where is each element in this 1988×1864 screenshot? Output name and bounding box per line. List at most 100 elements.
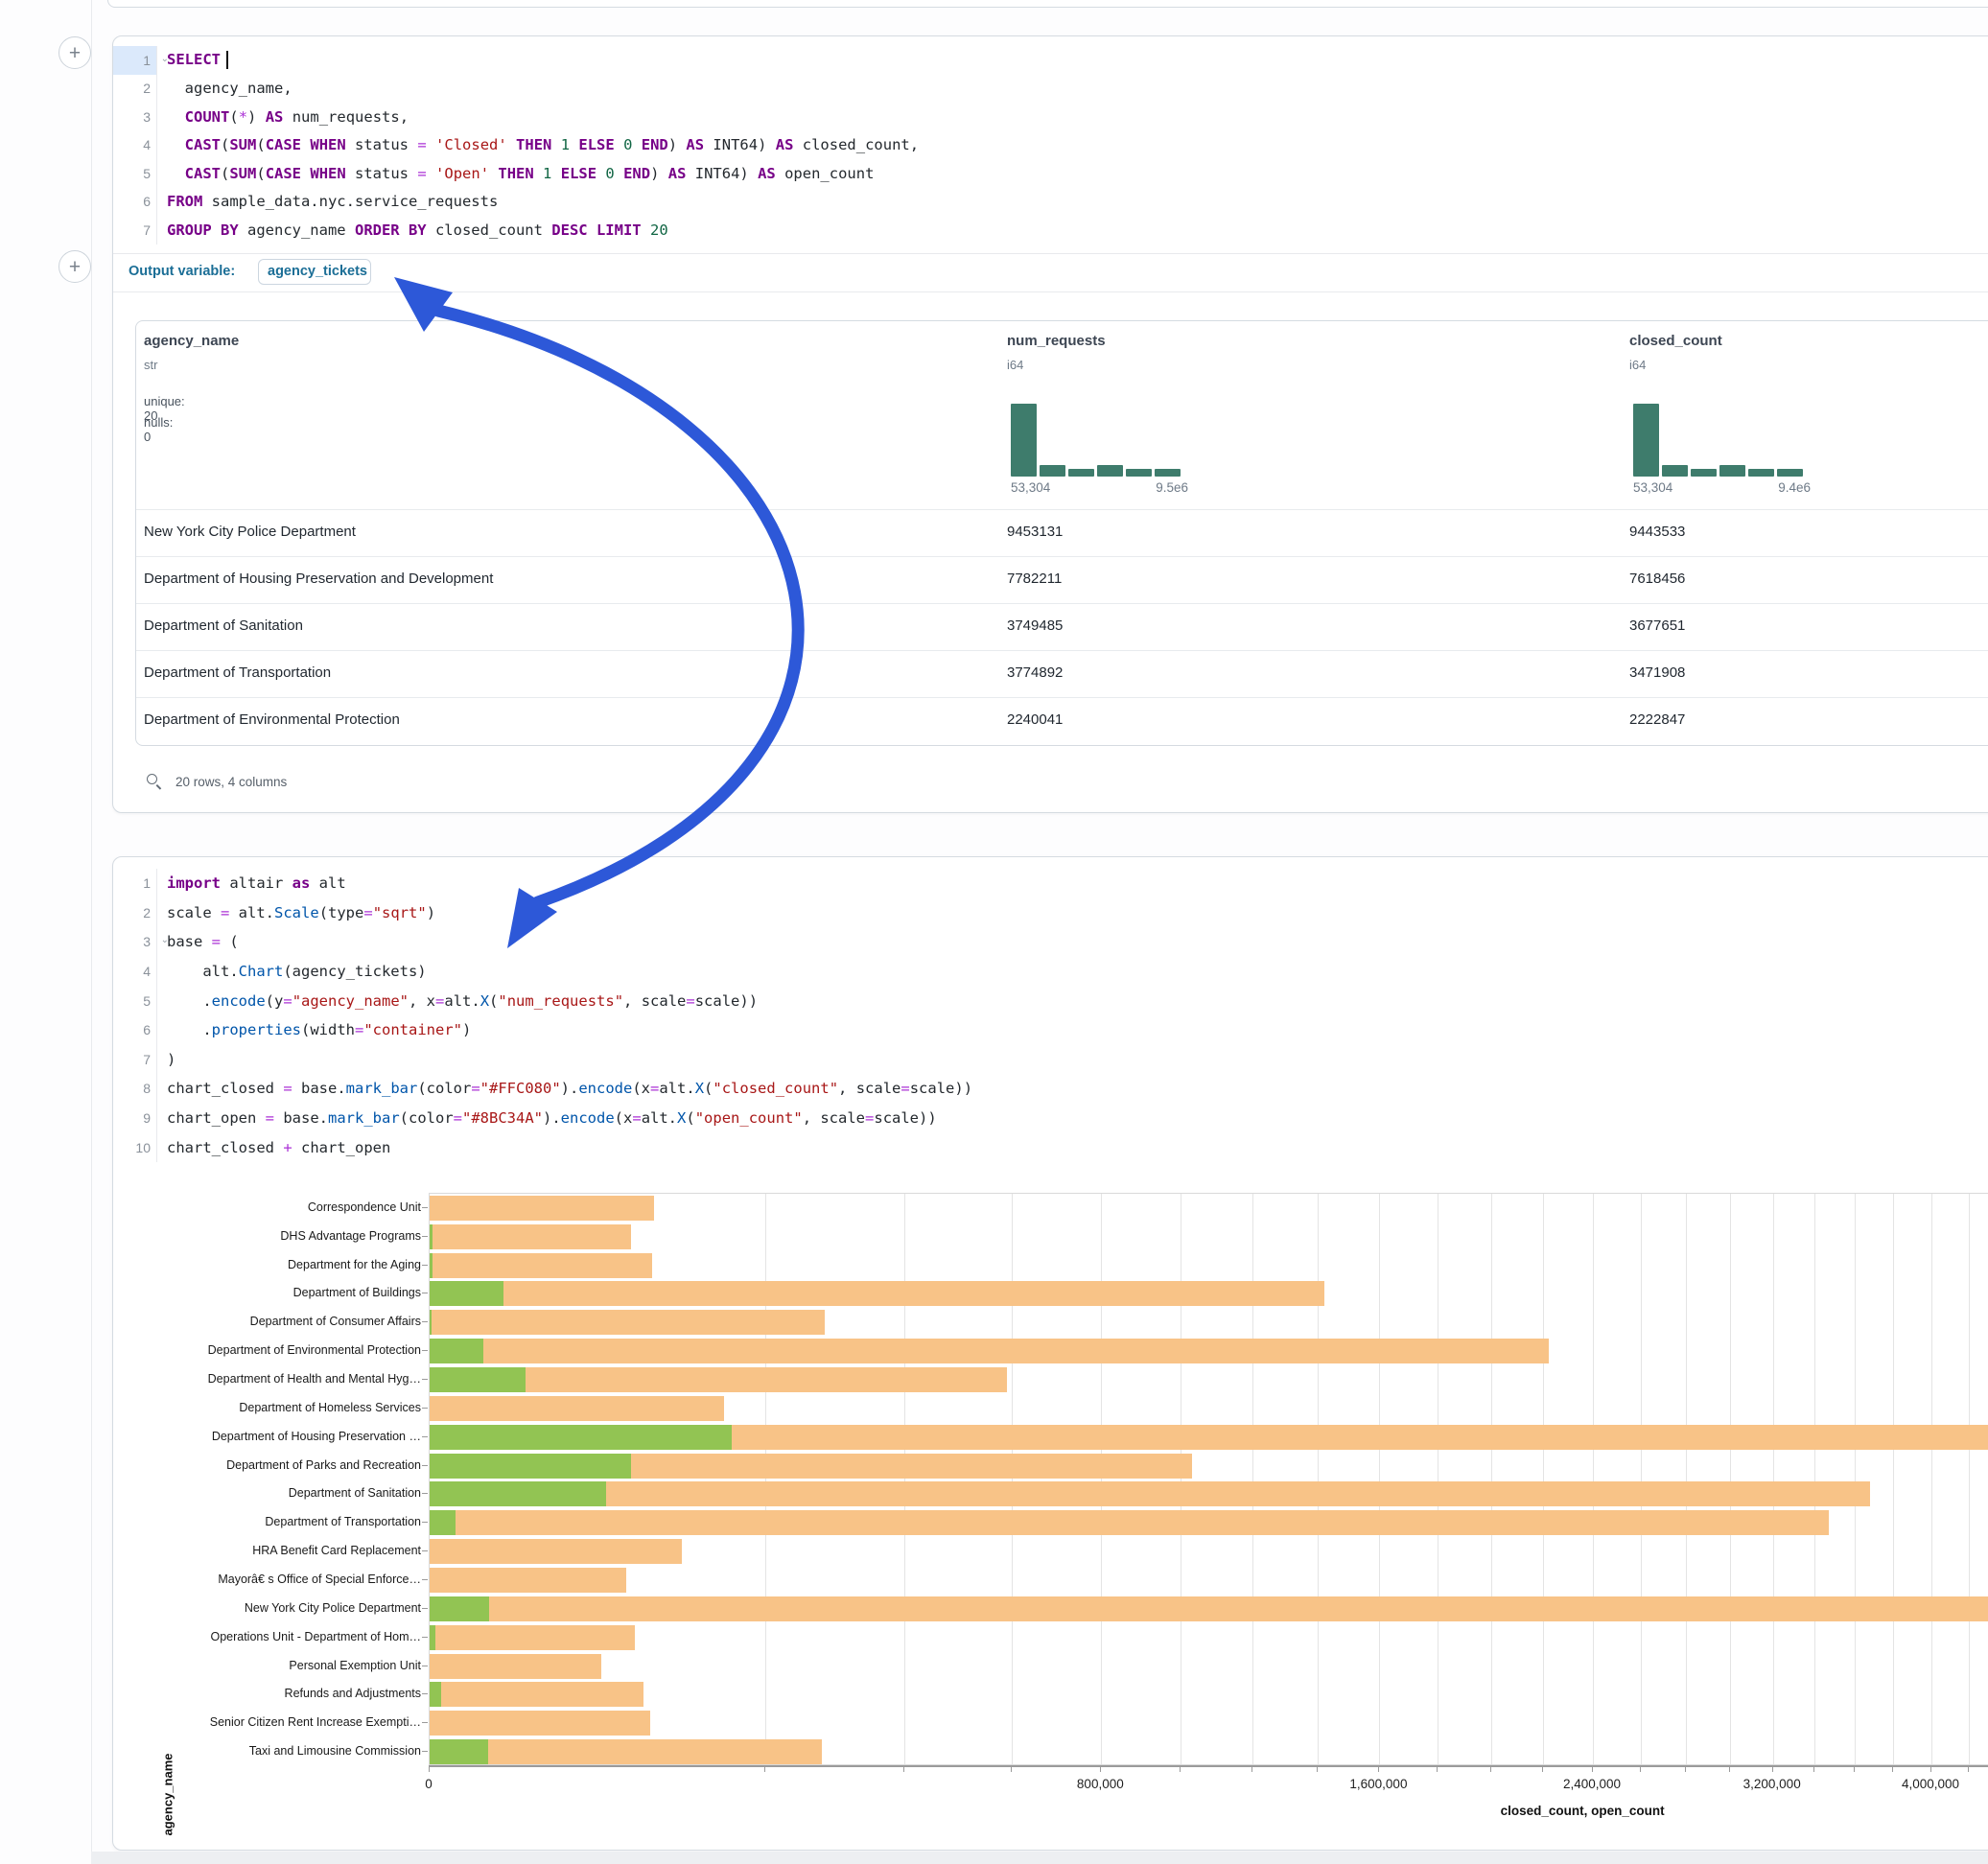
line-number: 3⌄ [113,927,157,957]
x-axis-tick [903,1767,904,1772]
x-axis-tick [1592,1767,1593,1772]
y-axis-tick [422,1693,428,1694]
x-axis-tick-label: 3,200,000 [1710,1777,1835,1791]
x-axis-tick [1317,1767,1318,1772]
sql-code-editor[interactable]: 1⌄SELECT2 agency_name,3 COUNT(*) AS num_… [113,36,1988,245]
code-line[interactable]: 6FROM sample_data.nyc.service_requests [113,188,1988,217]
table-footer: 20 rows, 4 columns [135,765,287,798]
search-icon[interactable] [147,774,163,790]
histogram-bar [1097,465,1123,477]
y-axis-label: DHS Advantage Programs [143,1229,421,1243]
column-name: num_requests [1007,333,1106,349]
y-axis-label: Department of Sanitation [143,1486,421,1500]
closed-count-bar [430,1739,822,1764]
y-axis-label: Senior Citizen Rent Increase Exempti… [143,1715,421,1729]
code-line[interactable]: 9chart_open = base.mark_bar(color="#8BC3… [113,1104,1988,1133]
gridline [1593,1194,1594,1764]
line-number: 7 [113,216,157,245]
y-axis-tick [422,1436,428,1437]
table-row[interactable]: Department of Environmental Protection22… [136,697,1988,744]
code-line[interactable]: 8chart_closed = base.mark_bar(color="#FF… [113,1074,1988,1104]
x-axis-tick [1685,1767,1686,1772]
open-count-bar [430,1454,631,1479]
code-text: COUNT(*) AS num_requests, [157,108,409,126]
y-axis-tick [422,1608,428,1609]
x-axis-tick [1813,1767,1814,1772]
code-line[interactable]: 1import altair as alt [113,869,1988,898]
python-code-editor[interactable]: 1import altair as alt2scale = alt.Scale(… [113,857,1988,1162]
code-text: chart_open = base.mark_bar(color="#8BC34… [157,1109,937,1127]
code-line[interactable]: 10chart_closed + chart_open [113,1132,1988,1162]
open-count-bar [430,1682,441,1707]
fold-chevron-icon[interactable]: ⌄ [161,935,169,945]
table-cell-closed_count: 9443533 [1629,524,1685,540]
add-cell-button-top[interactable]: + [58,36,91,69]
closed-count-bar [430,1281,1324,1306]
y-axis-label: Department of Environmental Protection [143,1343,421,1357]
closed-count-bar [430,1310,825,1335]
y-axis-label: HRA Benefit Card Replacement [143,1544,421,1557]
fold-chevron-icon[interactable]: ⌄ [161,54,169,64]
gridline [1855,1194,1856,1764]
column-stat-nulls: nulls: 0 [144,415,173,444]
table-row[interactable]: Department of Transportation377489234719… [136,650,1988,697]
code-line[interactable]: 2scale = alt.Scale(type="sqrt") [113,898,1988,928]
closed-count-bar [430,1253,652,1278]
output-variable-input[interactable]: agency_tickets [258,259,371,285]
code-line[interactable]: 6 .properties(width="container") [113,1015,1988,1045]
y-axis-tick [422,1321,428,1322]
histogram-bar [1777,469,1803,477]
histogram-bar [1748,469,1774,477]
y-axis-label: Refunds and Adjustments [143,1687,421,1700]
y-axis-tick [422,1522,428,1523]
y-axis-label: Department of Consumer Affairs [143,1315,421,1328]
table-row[interactable]: Department of Housing Preservation and D… [136,556,1988,603]
code-line[interactable]: 4 CAST(SUM(CASE WHEN status = 'Closed' T… [113,131,1988,160]
closed-count-bar [430,1396,724,1421]
add-cell-button-output[interactable]: + [58,250,91,283]
x-axis-tick-label: 800,000 [1038,1777,1162,1791]
code-line[interactable]: 3 COUNT(*) AS num_requests, [113,103,1988,131]
y-axis-label: Operations Unit - Department of Hom… [143,1630,421,1643]
gridline [1893,1194,1894,1764]
code-line[interactable]: 5 .encode(y="agency_name", x=alt.X("num_… [113,986,1988,1015]
chart-y-axis-title: agency_name [161,1754,175,1836]
table-cell-agency_name: Department of Sanitation [144,617,303,634]
code-line[interactable]: 2 agency_name, [113,75,1988,104]
code-line[interactable]: 5 CAST(SUM(CASE WHEN status = 'Open' THE… [113,159,1988,188]
table-row[interactable]: New York City Police Department945313194… [136,509,1988,556]
gridline [1101,1194,1102,1764]
code-line[interactable]: 7GROUP BY agency_name ORDER BY closed_co… [113,216,1988,245]
code-line[interactable]: 1⌄SELECT [113,46,1988,75]
x-axis-tick [1437,1767,1438,1772]
y-axis-label: Department of Buildings [143,1286,421,1299]
table-row[interactable]: Department of Sanitation37494853677651 [136,603,1988,650]
code-text: chart_closed + chart_open [157,1139,390,1156]
code-line[interactable]: 3⌄base = ( [113,927,1988,957]
column-histogram [1633,404,1803,477]
y-axis-tick [422,1408,428,1409]
column-dtype: i64 [1629,358,1646,372]
y-axis-tick [422,1236,428,1237]
line-number: 7 [113,1045,157,1075]
x-axis-tick [1490,1767,1491,1772]
y-axis-label: Taxi and Limousine Commission [143,1744,421,1758]
closed-count-bar [430,1510,1829,1535]
table-cell-num_requests: 3749485 [1007,617,1063,634]
histogram-bar [1126,469,1152,477]
open-count-bar [430,1425,732,1450]
gridline [765,1194,766,1764]
x-axis-tick-label: 2,400,000 [1530,1777,1654,1791]
x-axis-tick [1011,1767,1012,1772]
histogram-min-label: 53,304 [1011,480,1050,495]
y-axis-tick [422,1637,428,1638]
x-axis-tick-label: 1,600,000 [1316,1777,1440,1791]
open-count-bar [430,1481,606,1506]
code-line[interactable]: 4 alt.Chart(agency_tickets) [113,957,1988,987]
closed-count-bar [430,1481,1870,1506]
code-line[interactable]: 7) [113,1045,1988,1075]
closed-count-bar [430,1654,601,1679]
histogram-range-labels: 53,3049.4e6 [1633,480,1811,495]
line-number: 5 [113,986,157,1015]
table-cell-agency_name: Department of Environmental Protection [144,711,400,728]
